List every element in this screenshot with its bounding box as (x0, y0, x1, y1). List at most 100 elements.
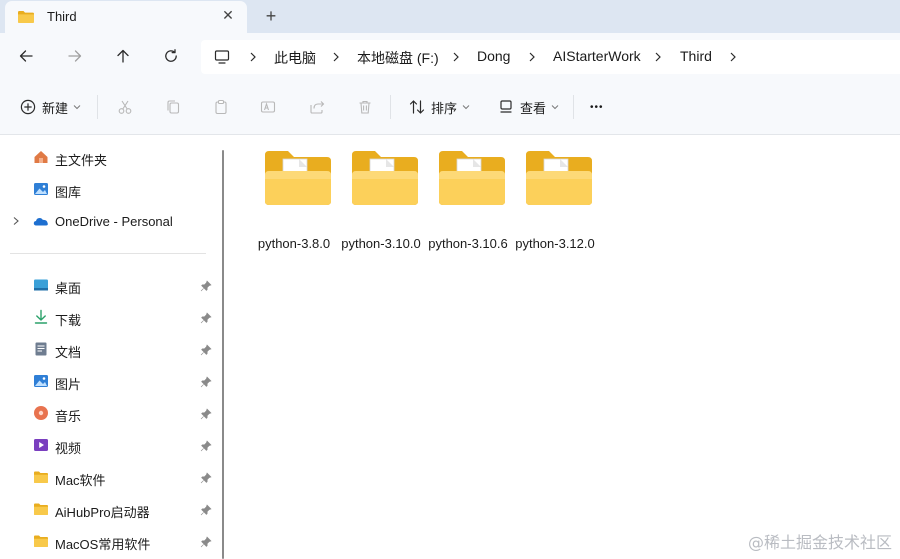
sidebar-item-label: 主文件夹 (55, 153, 108, 168)
share-button[interactable] (309, 96, 325, 118)
sidebar-item-home[interactable]: 主文件夹 (0, 143, 215, 171)
pin-icon[interactable] (200, 472, 212, 484)
chevron-down-icon (551, 105, 559, 110)
sidebar-item-pictures[interactable]: 图片 (0, 367, 215, 395)
sidebar-item-label: 图片 (55, 377, 82, 392)
forward-button[interactable] (63, 44, 87, 68)
sidebar-item-label: 桌面 (55, 281, 82, 296)
sidebar-item-gallery[interactable]: 图库 (0, 175, 215, 203)
folder-icon (526, 151, 592, 205)
sort-icon (409, 100, 425, 114)
up-button[interactable] (111, 44, 135, 68)
back-button[interactable] (14, 44, 38, 68)
file-list: python-3.8.0 python-3.10.0 python-3.10.6 (230, 135, 900, 559)
chevron-right-icon[interactable] (653, 50, 663, 64)
refresh-icon (165, 49, 177, 62)
pin-icon[interactable] (200, 280, 212, 292)
new-button[interactable]: 新建 (20, 96, 81, 118)
sidebar-item-mac-software[interactable]: Mac软件 (0, 463, 215, 491)
new-tab-button[interactable]: + (261, 6, 281, 26)
pin-icon[interactable] (200, 536, 212, 548)
document-icon (35, 342, 47, 356)
more-options-button[interactable]: ••• (590, 96, 604, 118)
chevron-down-icon (462, 105, 470, 110)
delete-button[interactable] (357, 96, 373, 118)
folder-name: python-3.10.6 (428, 236, 508, 251)
pin-icon[interactable] (200, 440, 212, 452)
rename-button[interactable] (260, 96, 276, 118)
cut-button[interactable] (117, 96, 133, 118)
sidebar-item-desktop[interactable]: 桌面 (0, 271, 215, 299)
chevron-right-icon[interactable] (728, 50, 738, 64)
rename-icon (260, 101, 276, 113)
folder-icon (34, 503, 48, 515)
breadcrumb-this-pc[interactable]: 此电脑 (274, 48, 316, 68)
sidebar-item-label: Mac软件 (55, 473, 106, 488)
pin-icon[interactable] (200, 344, 212, 356)
view-button[interactable]: 查看 (498, 96, 559, 118)
sidebar-item-label: OneDrive - Personal (55, 214, 173, 229)
breadcrumb-local-disk[interactable]: 本地磁盘 (F:) (357, 48, 439, 68)
chevron-right-icon[interactable] (527, 50, 537, 64)
watermark: @稀土掘金技术社区 (747, 533, 892, 552)
forward-arrow-icon (68, 50, 82, 62)
chevron-right-icon[interactable] (331, 50, 341, 64)
sidebar-scrollbar[interactable] (222, 150, 224, 559)
sidebar-divider (10, 253, 206, 254)
chevron-right-icon[interactable] (451, 50, 461, 64)
folder-name: python-3.12.0 (515, 236, 595, 251)
breadcrumb-dong[interactable]: Dong (477, 48, 510, 64)
sidebar-item-label: 音乐 (55, 409, 82, 424)
sidebar-item-label: AiHubPro启动器 (55, 505, 150, 520)
folder-icon (34, 471, 48, 483)
share-icon (310, 101, 325, 114)
sidebar-item-label: 下载 (55, 313, 82, 328)
folder-item[interactable]: python-3.10.6 (427, 149, 509, 259)
address-bar[interactable]: 此电脑 本地磁盘 (F:) Dong AIStarterWork Third (201, 40, 900, 74)
sort-button[interactable]: 排序 (409, 96, 470, 118)
command-bar: 新建 排序 查看 ••• (0, 79, 900, 135)
folder-icon (34, 535, 48, 547)
download-icon (34, 309, 48, 324)
sidebar-item-label: 文档 (55, 345, 82, 360)
chevron-down-icon (73, 105, 81, 110)
chevron-right-icon[interactable] (11, 216, 21, 226)
home-icon (34, 151, 48, 163)
pin-icon[interactable] (200, 376, 212, 388)
pin-icon[interactable] (200, 504, 212, 516)
sidebar-item-onedrive[interactable]: OneDrive - Personal (0, 207, 215, 235)
folder-icon (18, 11, 34, 23)
sidebar-item-documents[interactable]: 文档 (0, 335, 215, 363)
music-icon (34, 406, 48, 420)
sidebar-item-label: 视频 (55, 441, 82, 456)
folder-icon (265, 151, 331, 205)
pin-icon[interactable] (200, 312, 212, 324)
close-icon[interactable]: ✕ (220, 7, 236, 23)
tab-third[interactable]: Third ✕ (5, 1, 247, 33)
folder-item[interactable]: python-3.12.0 (514, 149, 596, 259)
sidebar-item-macos-software[interactable]: MacOS常用软件 (0, 527, 215, 555)
onedrive-icon (33, 218, 48, 226)
paste-icon (215, 99, 227, 115)
toolbar-divider (97, 95, 98, 119)
folder-item[interactable]: python-3.10.0 (340, 149, 422, 259)
folder-item[interactable]: python-3.8.0 (253, 149, 335, 259)
sidebar-item-music[interactable]: 音乐 (0, 399, 215, 427)
back-arrow-icon (19, 50, 33, 62)
pin-icon[interactable] (200, 408, 212, 420)
video-icon (34, 439, 48, 451)
desktop-icon (34, 279, 48, 291)
tab-strip: Third ✕ + (0, 0, 900, 33)
refresh-button[interactable] (159, 44, 183, 68)
paste-button[interactable] (213, 96, 229, 118)
copy-button[interactable] (165, 96, 181, 118)
breadcrumb-third[interactable]: Third (680, 48, 712, 64)
sidebar-item-downloads[interactable]: 下载 (0, 303, 215, 331)
sidebar-item-videos[interactable]: 视频 (0, 431, 215, 459)
breadcrumb-aistarterwork[interactable]: AIStarterWork (553, 48, 641, 64)
more-icon: ••• (590, 101, 604, 113)
sidebar-item-aihubpro[interactable]: AiHubPro启动器 (0, 495, 215, 523)
navigation-bar: 此电脑 本地磁盘 (F:) Dong AIStarterWork Third (0, 33, 900, 79)
view-icon (500, 100, 512, 113)
chevron-right-icon[interactable] (248, 50, 258, 64)
